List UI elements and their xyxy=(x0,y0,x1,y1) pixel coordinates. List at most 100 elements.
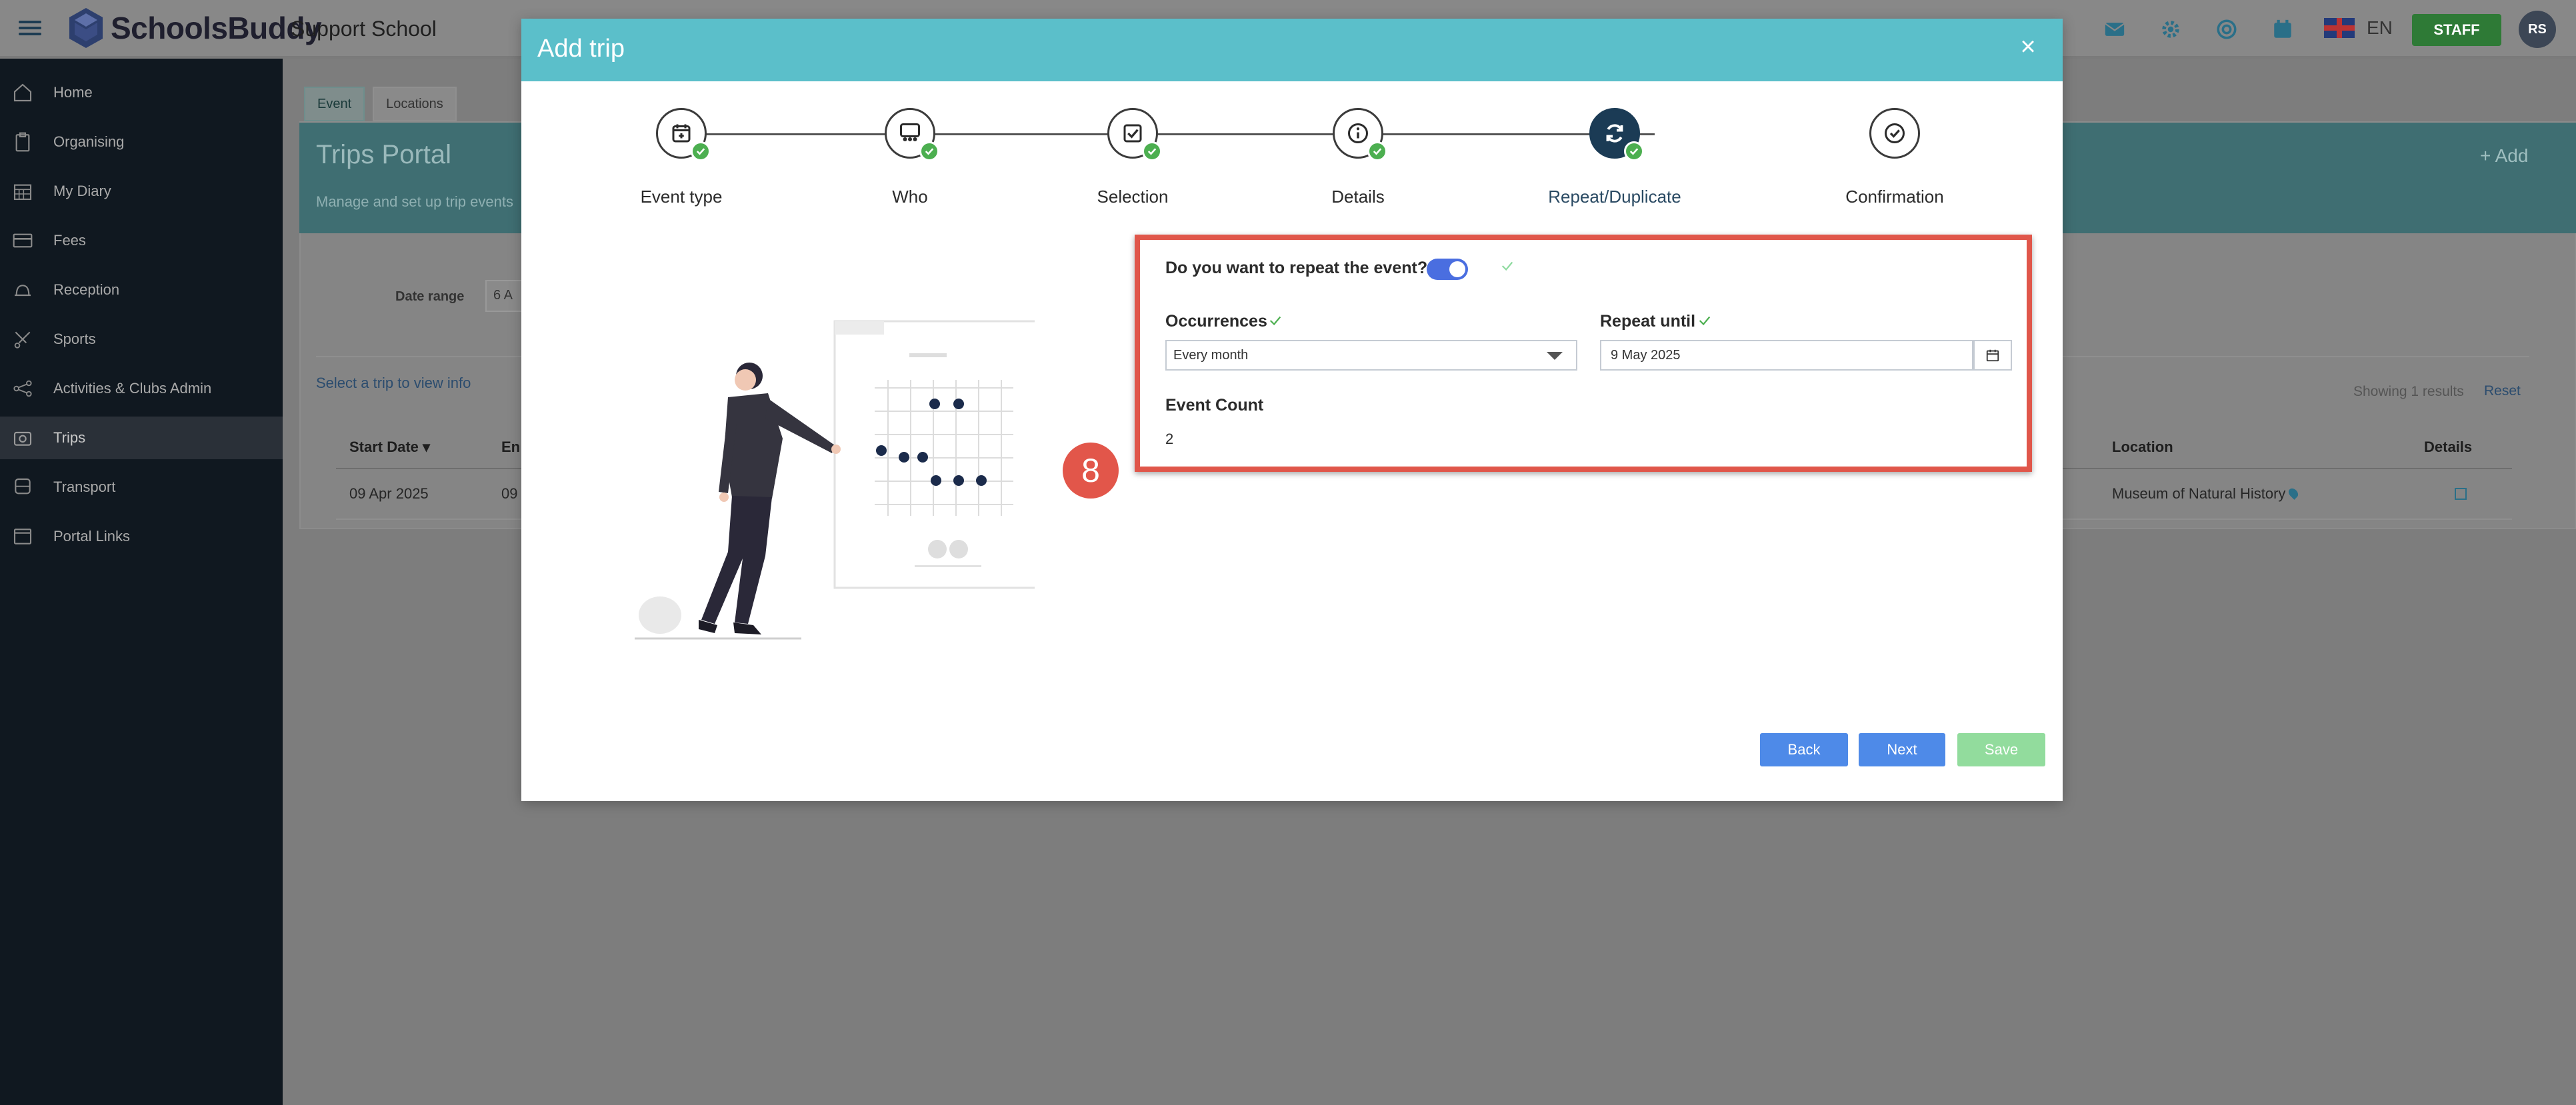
add-button[interactable]: + Add xyxy=(2480,145,2528,167)
sidebar-item-portal-links[interactable]: Portal Links xyxy=(0,515,283,558)
toggle-knob xyxy=(1449,261,1465,277)
modal-header: Add trip × xyxy=(521,19,2063,81)
step-selection[interactable]: Selection xyxy=(1033,108,1233,215)
check-icon xyxy=(691,141,711,161)
step-label: Selection xyxy=(1097,187,1169,207)
row-start-date: 09 Apr 2025 xyxy=(349,485,429,502)
date-range-input[interactable]: 6 A xyxy=(485,280,525,312)
home-icon xyxy=(11,81,35,105)
language-code: EN xyxy=(2367,17,2393,38)
occurrences-label: Occurrences xyxy=(1165,312,1267,331)
check-icon xyxy=(1142,141,1162,161)
close-icon[interactable]: × xyxy=(2015,33,2041,60)
column-end-date[interactable]: En xyxy=(501,439,520,456)
sidebar-item-label: My Diary xyxy=(53,183,111,199)
sidebar-item-reception[interactable]: Reception xyxy=(0,269,283,311)
gear-icon[interactable] xyxy=(2143,15,2199,44)
trips-icon xyxy=(11,426,35,450)
page-subtitle: Manage and set up trip events xyxy=(316,193,513,210)
avatar[interactable]: RS xyxy=(2519,11,2556,48)
event-count-value: 2 xyxy=(1165,431,1174,447)
sidebar-item-label: Home xyxy=(53,84,93,101)
modal-title: Add trip xyxy=(537,35,625,63)
calendar-icon xyxy=(11,179,35,203)
step-label: Event type xyxy=(640,187,723,207)
check-icon xyxy=(1501,261,1513,271)
step-repeat-duplicate[interactable]: Repeat/Duplicate xyxy=(1515,108,1715,215)
step-number-badge: 8 xyxy=(1063,443,1119,499)
details-icon[interactable] xyxy=(2455,488,2467,500)
step-label: Who xyxy=(892,187,928,207)
step-details[interactable]: Details xyxy=(1258,108,1458,215)
calendar-button[interactable] xyxy=(1973,340,2012,371)
step-event-type[interactable]: Event type xyxy=(581,108,781,215)
sidebar-item-my-diary[interactable]: My Diary xyxy=(0,170,283,213)
sidebar-item-trips[interactable]: Trips xyxy=(0,417,283,459)
window-icon xyxy=(11,525,35,549)
chevron-down-icon xyxy=(1547,352,1563,360)
next-button[interactable]: Next xyxy=(1859,733,1945,766)
sidebar-item-label: Trips xyxy=(53,429,86,446)
language-selector[interactable]: EN xyxy=(2324,17,2393,39)
bell-icon xyxy=(11,278,35,302)
check-icon xyxy=(1624,141,1644,161)
location-pin-icon xyxy=(2287,487,2301,500)
occurrences-select[interactable]: Every month xyxy=(1165,340,1577,371)
check-icon xyxy=(919,141,939,161)
sidebar-item-label: Activities & Clubs Admin xyxy=(53,380,212,397)
results-count: Showing 1 results xyxy=(2353,384,2464,399)
column-location[interactable]: Location xyxy=(2112,439,2173,456)
row-location: Museum of Natural History xyxy=(2112,485,2301,503)
check-icon xyxy=(1367,141,1387,161)
back-button[interactable]: Back xyxy=(1760,733,1848,766)
sidebar: Home Organising My Diary Fees Reception … xyxy=(0,59,283,1105)
date-range-label: Date range xyxy=(395,289,465,304)
tab-event[interactable]: Event xyxy=(304,87,365,121)
sidebar-item-label: Organising xyxy=(53,133,125,150)
page-tabs: Event Locations xyxy=(304,87,457,121)
step-who[interactable]: Who xyxy=(810,108,1010,215)
network-icon xyxy=(11,377,35,401)
sidebar-item-organising[interactable]: Organising xyxy=(0,121,283,163)
save-button[interactable]: Save xyxy=(1957,733,2045,766)
sidebar-item-label: Reception xyxy=(53,281,120,298)
repeat-until-label: Repeat until xyxy=(1600,312,1696,331)
repeat-until-input[interactable]: 9 May 2025 xyxy=(1600,340,1973,371)
sidebar-item-transport[interactable]: Transport xyxy=(0,466,283,509)
select-trip-hint: Select a trip to view info xyxy=(316,375,471,391)
check-icon xyxy=(1269,316,1281,326)
mail-icon[interactable] xyxy=(2087,15,2143,44)
calendar-icon[interactable] xyxy=(2255,15,2311,44)
sidebar-item-label: Transport xyxy=(53,479,116,495)
sidebar-item-label: Portal Links xyxy=(53,528,130,545)
step-label: Repeat/Duplicate xyxy=(1548,187,1681,207)
reset-link[interactable]: Reset xyxy=(2484,383,2521,399)
repeat-question-label: Do you want to repeat the event? xyxy=(1165,259,1428,277)
event-count-label: Event Count xyxy=(1165,396,1264,415)
help-icon[interactable] xyxy=(2199,15,2255,44)
tab-locations[interactable]: Locations xyxy=(373,87,457,121)
sidebar-item-fees[interactable]: Fees xyxy=(0,219,283,262)
calendar-icon xyxy=(1986,349,1999,362)
check-circle-icon xyxy=(1869,108,1920,159)
check-icon xyxy=(1699,316,1711,326)
brand-logo[interactable]: SchoolsBuddy xyxy=(67,7,322,49)
sidebar-item-sports[interactable]: Sports xyxy=(0,318,283,361)
row-end-date: 09 xyxy=(501,485,518,502)
person-at-board-illustration xyxy=(635,320,1035,640)
add-trip-modal: Add trip × Event type Who Selection Deta… xyxy=(521,19,2063,801)
repeat-toggle[interactable] xyxy=(1427,259,1468,280)
page-title: Trips Portal xyxy=(316,140,452,169)
step-confirmation[interactable]: Confirmation xyxy=(1795,108,1995,215)
sidebar-item-home[interactable]: Home xyxy=(0,71,283,114)
logo-mark-icon xyxy=(69,8,103,48)
menu-icon[interactable] xyxy=(19,17,41,40)
step-label: Confirmation xyxy=(1845,187,1944,207)
column-start-date[interactable]: Start Date ▾ xyxy=(349,439,430,456)
clipboard-icon xyxy=(11,130,35,154)
sidebar-item-activities[interactable]: Activities & Clubs Admin xyxy=(0,367,283,410)
column-details: Details xyxy=(2424,439,2473,455)
staff-badge[interactable]: STAFF xyxy=(2412,14,2501,46)
sidebar-item-label: Sports xyxy=(53,331,96,347)
occurrences-value: Every month xyxy=(1173,347,1249,363)
